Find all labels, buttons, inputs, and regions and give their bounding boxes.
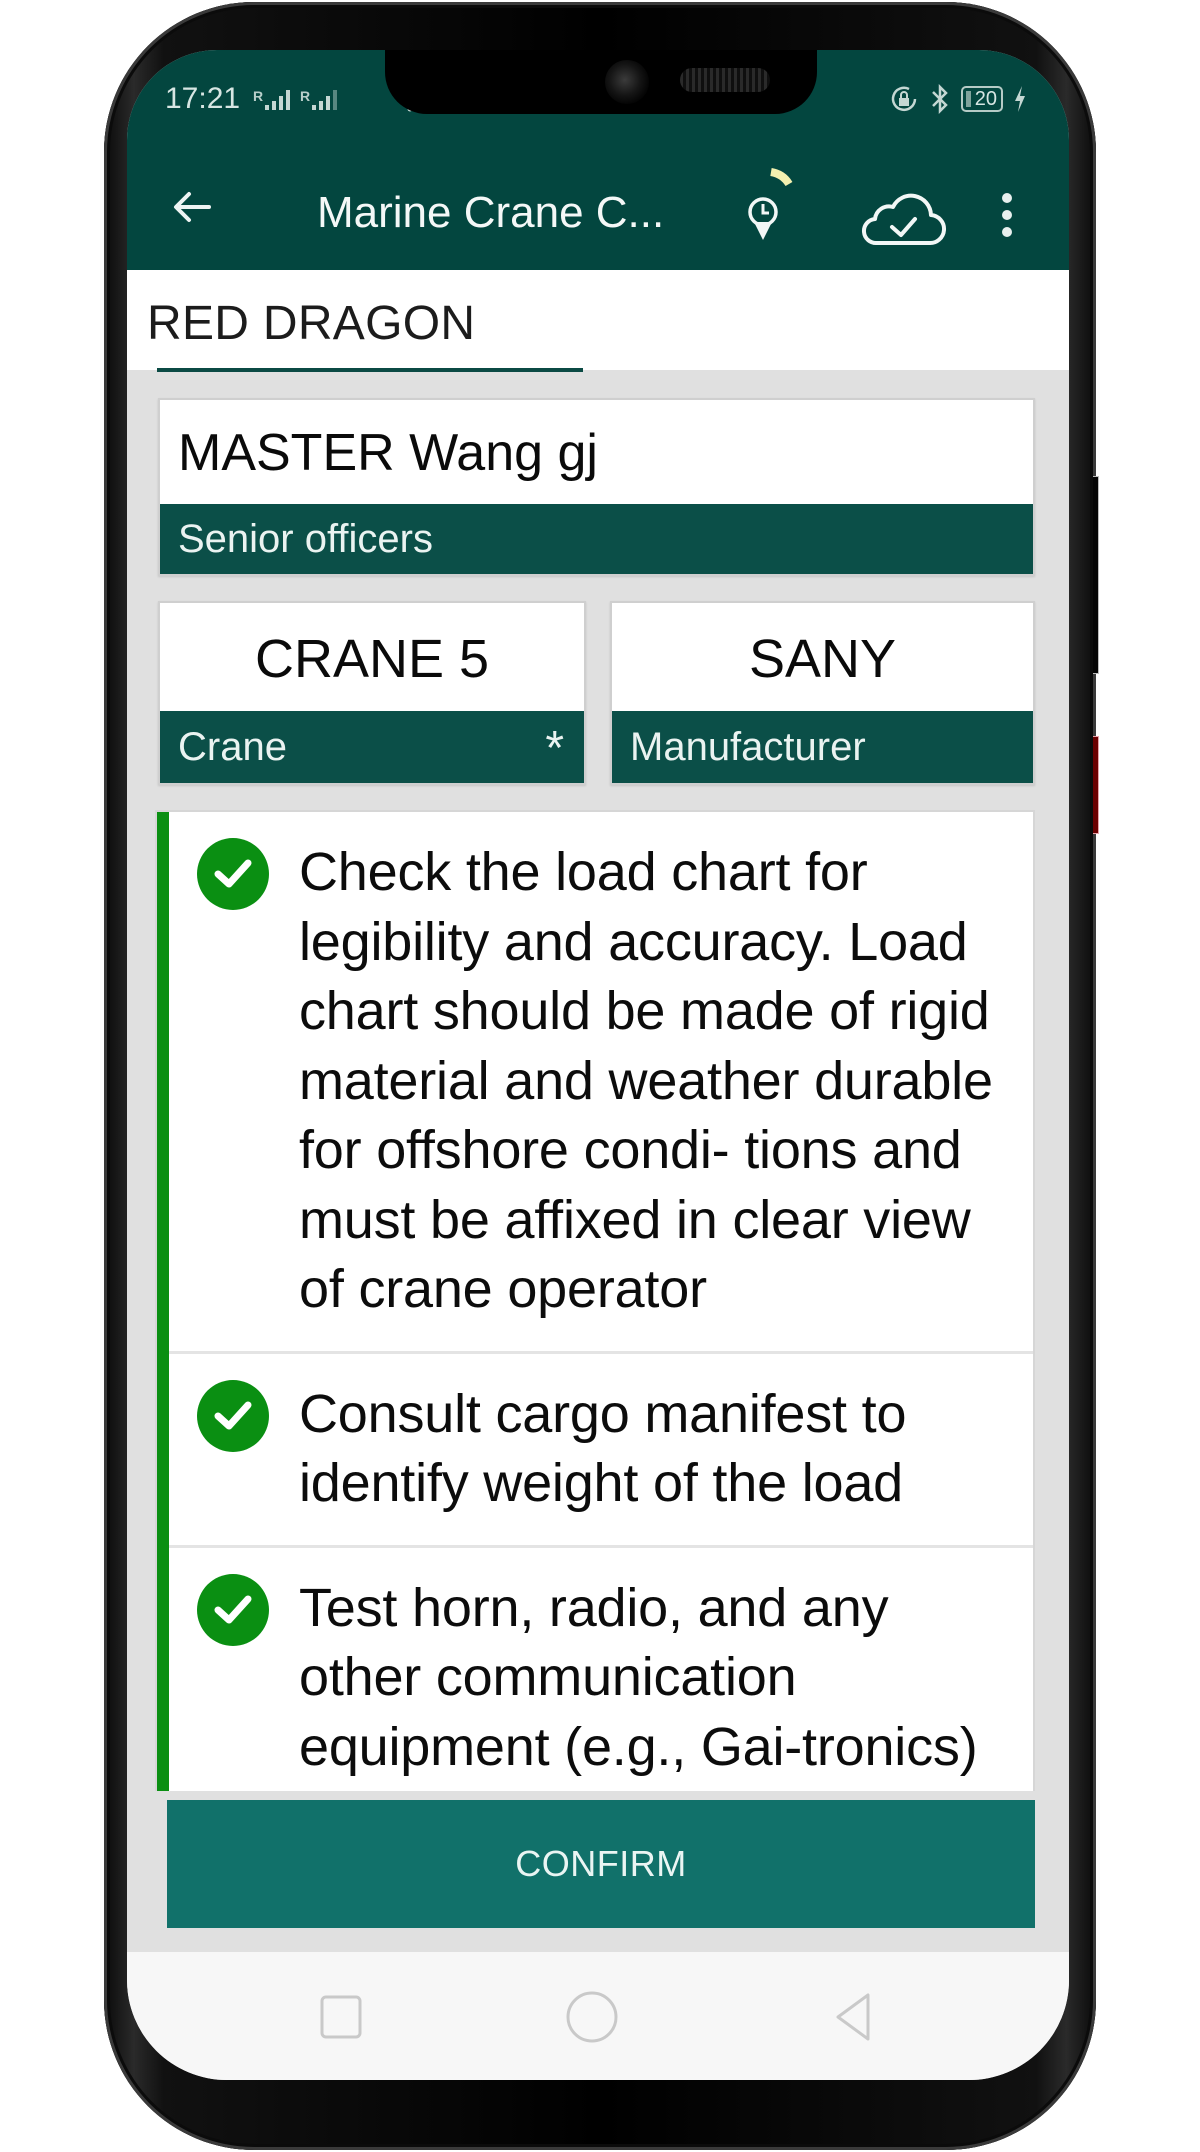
signal-icon xyxy=(312,90,337,110)
toolbar: Marine Crane C... xyxy=(127,140,1069,270)
checklist-item-text: Consult cargo manifest to identify weigh… xyxy=(299,1383,907,1514)
manufacturer-value: SANY xyxy=(748,629,897,689)
status-icons-right: 20 xyxy=(889,84,1027,114)
check-circle-icon[interactable] xyxy=(197,1573,269,1646)
sim1-label: R xyxy=(253,88,264,104)
bluetooth-icon xyxy=(931,84,948,114)
vessel-name-tab[interactable]: RED DRAGON xyxy=(147,296,475,351)
checklist-item[interactable]: Test horn, radio, and any other communic… xyxy=(157,1548,1033,1792)
required-asterisk-icon: * xyxy=(545,722,564,775)
checklist-item-text: Test horn, radio, and any other communic… xyxy=(299,1577,978,1792)
manufacturer-label: Manufacturer xyxy=(612,711,1033,783)
person-label: Senior officers xyxy=(160,504,1033,574)
location-clock-icon[interactable] xyxy=(737,162,807,252)
battery-icon: 20 xyxy=(960,86,1003,112)
vessel-tab-strip: RED DRAGON xyxy=(127,270,1069,370)
active-tab-indicator xyxy=(157,368,583,372)
recent-apps-square-icon[interactable] xyxy=(311,1987,371,2047)
status-time: 17:21 xyxy=(165,82,241,115)
checklist-item[interactable]: Consult cargo manifest to identify weigh… xyxy=(157,1354,1033,1548)
page-title: Marine Crane C... xyxy=(317,188,665,237)
cloud-sync-check-icon[interactable] xyxy=(857,185,947,255)
crane-field[interactable]: CRANE 5 Crane * xyxy=(158,601,586,785)
person-field[interactable]: MASTER Wang gj Senior officers xyxy=(158,398,1035,576)
volume-button xyxy=(1093,476,1099,674)
check-circle-icon[interactable] xyxy=(197,1379,269,1452)
sim2-label: R xyxy=(300,88,311,104)
crane-value: CRANE 5 xyxy=(254,629,490,689)
home-circle-icon[interactable] xyxy=(562,1987,622,2047)
checklist-item-text: Check the load chart for legibility and … xyxy=(299,842,993,1319)
earpiece-speaker xyxy=(680,68,770,92)
battery-level: 20 xyxy=(974,88,997,110)
checklist-item[interactable]: Check the load chart for legibility and … xyxy=(157,812,1033,1354)
crane-label: Crane xyxy=(178,724,287,769)
system-navigation-bar xyxy=(127,1952,1069,2080)
sync-progress-arc xyxy=(770,168,793,187)
check-circle-icon[interactable] xyxy=(197,838,269,910)
front-camera xyxy=(605,60,649,104)
crane-label-band: Crane * xyxy=(160,711,584,783)
manufacturer-field[interactable]: SANY Manufacturer xyxy=(610,601,1035,785)
back-arrow-icon[interactable] xyxy=(167,182,217,232)
power-button xyxy=(1093,736,1099,834)
back-triangle-icon[interactable] xyxy=(824,1987,884,2047)
signal-icon xyxy=(265,90,290,110)
charging-icon xyxy=(1015,86,1025,112)
phone-screen: 17:21 R R 20 Marine Crane C... RED DRAGO… xyxy=(127,50,1069,2080)
rotation-lock-icon xyxy=(891,86,916,112)
person-value: MASTER Wang gj xyxy=(178,424,598,482)
more-vertical-icon[interactable] xyxy=(992,186,1022,246)
checklist[interactable]: Check the load chart for legibility and … xyxy=(155,810,1035,1791)
confirm-button[interactable]: CONFIRM xyxy=(167,1800,1035,1928)
